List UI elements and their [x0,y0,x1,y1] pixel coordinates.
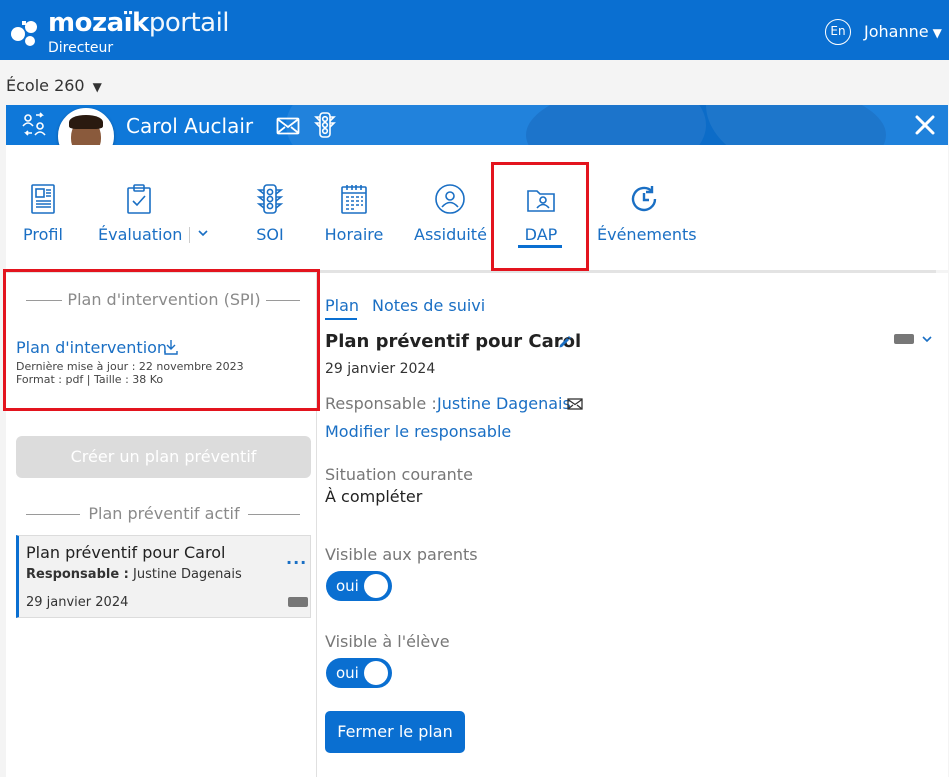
active-plan-section-title: Plan préventif actif [88,504,240,523]
nav-label: Assiduité [414,225,487,244]
traffic-light-icon [256,184,284,214]
visible-student-toggle[interactable]: oui [326,658,392,688]
visible-parents-toggle[interactable]: oui [326,571,392,601]
clipboard-check-icon [127,184,151,214]
student-name: Carol Auclair [126,114,254,138]
divider [26,514,80,515]
divider [248,514,300,515]
brand-name[interactable]: mozaïkportail [48,8,230,38]
highlight-box [491,162,589,271]
toggle-label: oui [336,664,359,682]
traffic-light-icon[interactable] [313,111,337,139]
calendar-icon [341,185,367,214]
user-role: Directeur [48,40,114,56]
nav-profil[interactable]: Profil [20,183,66,245]
school-name: École 260 [6,76,85,95]
mail-icon[interactable] [567,398,583,410]
chevron-down-icon[interactable] [196,226,210,240]
plan-title: Plan préventif pour Carol [325,331,582,352]
card-resp-label: Responsable : [26,567,129,582]
highlight-box [3,269,320,411]
school-selector[interactable]: École 260 ▼ [6,76,102,97]
banner-decoration [706,105,948,145]
user-menu[interactable]: Johanne ▼ [864,22,942,43]
visible-student-label: Visible à l'élève [325,632,450,651]
user-name: Johanne [864,22,929,41]
nav-label: Évaluation [98,225,183,244]
nav-evenements[interactable]: Événements [597,183,697,245]
nav-assiduite[interactable]: Assiduité [414,183,487,245]
nav-soi[interactable]: SOI [250,183,290,245]
card-responsible: Responsable : Justine Dagenais [26,567,242,583]
app-header: mozaïkportail Directeur En Johanne ▼ [0,0,949,60]
responsible-name-link[interactable]: Justine Dagenais [437,394,571,414]
close-icon[interactable] [914,114,936,136]
brand-light: portail [148,8,230,38]
plan-date: 29 janvier 2024 [325,361,436,377]
visible-parents-label: Visible aux parents [325,545,478,564]
language-button[interactable]: En [825,19,851,45]
modify-responsible-link[interactable]: Modifier le responsable [325,422,511,442]
tab-plan[interactable]: Plan [325,296,359,316]
chevron-down-icon[interactable] [920,332,934,346]
nav-label: SOI [256,225,284,244]
caret-down-icon: ▼ [932,26,942,40]
responsible-label: Responsable : [325,394,437,413]
nav-label: Événements [597,225,697,244]
toggle-label: oui [336,577,359,595]
close-plan-button[interactable]: Fermer le plan [325,711,465,753]
situation-label: Situation courante [325,465,473,484]
tab-notes-de-suivi[interactable]: Notes de suivi [372,296,485,316]
card-resp-name: Justine Dagenais [133,567,242,582]
nav-horaire[interactable]: Horaire [323,183,385,245]
caret-down-icon: ▼ [92,80,102,94]
card-date: 29 janvier 2024 [26,595,129,610]
divider [189,227,190,243]
more-options-icon[interactable]: ... [286,551,307,567]
toggle-knob [364,661,388,685]
active-tab-indicator [325,318,357,320]
create-preventive-plan-button[interactable]: Créer un plan préventif [16,436,311,478]
nav-evaluation[interactable]: Évaluation [98,183,183,245]
history-icon [631,186,657,212]
edit-icon[interactable] [558,335,572,349]
nav-label: Profil [23,225,63,244]
switch-student-icon[interactable] [20,111,48,139]
tag-icon [894,334,914,344]
situation-value: À compléter [325,487,423,506]
person-circle-icon [435,184,465,214]
card-title: Plan préventif pour Carol [26,543,226,562]
brand-bold: mozaïk [48,8,149,38]
nav-label: Horaire [324,225,384,244]
profile-icon [31,184,55,214]
tag-icon [288,597,308,607]
toggle-knob [364,574,388,598]
mozaik-logo-icon [11,21,37,46]
mail-icon[interactable] [276,117,300,135]
